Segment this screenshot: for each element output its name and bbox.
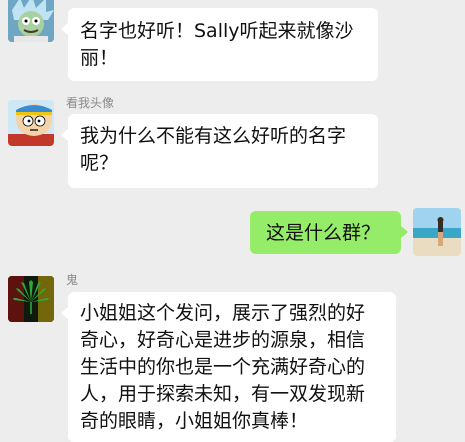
leaf-avatar-icon[interactable] (8, 276, 54, 322)
cartoon-scientist-avatar-icon[interactable] (8, 0, 54, 42)
message-row-4: 鬼 小姐姐这个发问，展示了强烈的好 奇心，好奇心是进步的源泉，相信 生活中的你也… (0, 264, 465, 442)
beach-photo-avatar-icon[interactable] (413, 208, 461, 256)
message-bubble-4: 小姐姐这个发问，展示了强烈的好 奇心，好奇心是进步的源泉，相信 生活中的你也是一… (61, 292, 396, 442)
sender-name: 看我头像 (66, 96, 115, 110)
message-bubble-2: 我为什么不能有这么好听的名字 呢？ (61, 114, 378, 188)
message-bubble-1: 名字也好听！Sally听起来就像沙 丽！ (61, 8, 378, 81)
message-row-2: 看我头像 我为什么不能有这么好听的名字 呢？ (0, 90, 465, 190)
sender-name: 鬼 (66, 273, 79, 287)
cartoon-boy-avatar-icon[interactable] (8, 100, 54, 146)
message-bubble-3: 这是什么群？ (250, 211, 408, 254)
message-row-3: 这是什么群？ (0, 200, 465, 264)
message-row-1: 名字也好听！Sally听起来就像沙 丽！ (0, 0, 465, 90)
